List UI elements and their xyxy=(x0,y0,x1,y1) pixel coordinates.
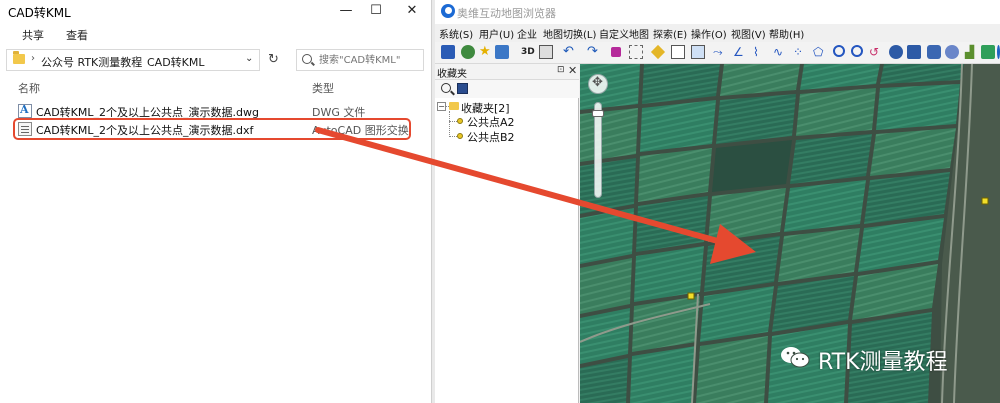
map-browser-title: 奥维互动地图浏览器 xyxy=(457,7,556,20)
compass-icon[interactable] xyxy=(588,74,608,94)
zoom-slider-handle[interactable] xyxy=(592,110,604,117)
user-icon[interactable] xyxy=(461,45,475,59)
rotate-icon[interactable]: ↺ xyxy=(869,45,883,59)
map-toolbar: ★ 3D ↶ ↷ ⤳ ∠ ⌇ ∿ ⁘ ⬠ ↺ ▟ xyxy=(435,42,1000,64)
panel-close-icon[interactable]: ✕ xyxy=(568,64,577,77)
chevron-right-icon: › xyxy=(135,53,139,64)
panel-toolbar xyxy=(435,80,579,98)
pencil-icon[interactable] xyxy=(650,44,666,60)
layer-icon[interactable] xyxy=(495,45,509,59)
tree-connector xyxy=(449,111,450,137)
column-header-name[interactable]: 名称 xyxy=(18,80,40,96)
menu-map-switch[interactable]: 地图切换(L) xyxy=(543,26,596,41)
panel-header: 收藏夹 ⊡ ✕ xyxy=(435,64,579,80)
folder-icon xyxy=(13,51,25,64)
file-explorer-window: CAD转KML — ☐ ✕ 共享 查看 › 公众号 RTK测量教程 › CAD转… xyxy=(0,0,430,403)
menu-user[interactable]: 用户(U) xyxy=(479,26,514,41)
placemark-icon xyxy=(457,133,463,139)
circle-icon[interactable] xyxy=(833,45,845,57)
app-logo-icon xyxy=(441,4,455,18)
search-box[interactable] xyxy=(296,49,424,71)
chevron-right-icon: › xyxy=(31,53,35,64)
screenshot-root: CAD转KML — ☐ ✕ 共享 查看 › 公众号 RTK测量教程 › CAD转… xyxy=(0,0,1000,403)
map-browser-titlebar: 奥维互动地图浏览器 xyxy=(435,0,1000,24)
menu-bar: 系统(S) 用户(U) 企业 地图切换(L) 自定义地图 探索(E) 操作(O)… xyxy=(435,25,1000,42)
menu-operate[interactable]: 操作(O) xyxy=(691,26,727,41)
window-icon[interactable] xyxy=(691,45,705,59)
tree-collapse-icon[interactable]: − xyxy=(437,102,446,111)
column-header-type[interactable]: 类型 xyxy=(312,80,334,96)
breadcrumb-item[interactable]: 公众号 RTK测量教程 xyxy=(41,54,142,70)
menu-system[interactable]: 系统(S) xyxy=(439,26,473,41)
chart-icon[interactable]: ▟ xyxy=(965,45,979,59)
breadcrumb-item[interactable]: CAD转KML xyxy=(147,54,205,70)
address-bar[interactable]: › 公众号 RTK测量教程 › CAD转KML ⌄ xyxy=(6,49,260,71)
track-icon[interactable]: ∿ xyxy=(773,45,787,59)
tree-item-label[interactable]: 公共点A2 xyxy=(467,114,515,130)
star-icon[interactable]: ★ xyxy=(479,45,493,59)
tree-connector xyxy=(449,136,457,137)
map-browser-window: 奥维互动地图浏览器 系统(S) 用户(U) 企业 地图切换(L) 自定义地图 探… xyxy=(435,0,1000,403)
search-input[interactable] xyxy=(319,52,421,68)
message-icon[interactable] xyxy=(981,45,995,59)
explorer-ribbon: 共享 查看 xyxy=(0,24,430,46)
angle-icon[interactable]: ∠ xyxy=(733,45,747,59)
tab-share[interactable]: 共享 xyxy=(22,27,44,43)
line-icon[interactable]: ⤳ xyxy=(713,45,727,59)
3d-icon[interactable]: 3D xyxy=(521,45,535,59)
explorer-titlebar: CAD转KML — ☐ ✕ xyxy=(0,0,430,22)
address-row: › 公众号 RTK测量教程 › CAD转KML ⌄ ↻ xyxy=(0,47,430,73)
maximize-button[interactable]: ☐ xyxy=(356,0,396,22)
globe-icon[interactable] xyxy=(889,45,903,59)
favorites-panel: 收藏夹 ⊡ ✕ − 收藏夹[2] 公共点A2 公共点B2 xyxy=(435,64,579,403)
menu-explore[interactable]: 探索(E) xyxy=(653,26,687,41)
placemark-icon xyxy=(457,118,463,124)
polygon-icon[interactable]: ⬠ xyxy=(813,45,827,59)
explorer-title: CAD转KML xyxy=(8,6,71,20)
folder-icon xyxy=(449,102,459,110)
polyline-icon[interactable]: ⌇ xyxy=(753,45,767,59)
chevron-down-icon[interactable]: ⌄ xyxy=(245,53,253,64)
save-icon[interactable] xyxy=(441,45,455,59)
erase-icon[interactable] xyxy=(611,47,621,57)
refresh-icon[interactable]: ↻ xyxy=(268,52,279,67)
point-icon[interactable]: ⁘ xyxy=(793,45,807,59)
undo-icon[interactable]: ↶ xyxy=(563,45,577,59)
ellipse-icon[interactable] xyxy=(851,45,863,57)
watermark-text: RTK测量教程 xyxy=(818,350,948,375)
screen-icon[interactable] xyxy=(927,45,941,59)
dwg-file-icon: A xyxy=(18,103,32,118)
panel-title: 收藏夹 xyxy=(437,69,467,80)
select-icon[interactable] xyxy=(629,45,643,59)
search-icon xyxy=(302,54,312,64)
menu-enterprise[interactable]: 企业 xyxy=(517,26,537,41)
close-button[interactable]: ✕ xyxy=(392,0,432,22)
document-icon[interactable] xyxy=(671,45,685,59)
tree-connector xyxy=(449,121,457,122)
redo-icon[interactable]: ↷ xyxy=(587,45,601,59)
search-icon[interactable] xyxy=(441,83,451,93)
pin-icon[interactable]: ⊡ xyxy=(557,65,565,75)
highlight-box xyxy=(13,118,411,140)
menu-view[interactable]: 视图(V) xyxy=(731,26,766,41)
wechat-icon xyxy=(781,347,810,368)
attach-icon[interactable] xyxy=(945,45,959,59)
menu-custom-map[interactable]: 自定义地图 xyxy=(599,26,649,41)
grid-icon[interactable] xyxy=(539,45,553,59)
menu-help[interactable]: 帮助(H) xyxy=(769,26,804,41)
tree-item-label[interactable]: 公共点B2 xyxy=(467,129,515,145)
photo-icon[interactable] xyxy=(907,45,921,59)
layers-icon[interactable] xyxy=(457,83,468,94)
tab-view[interactable]: 查看 xyxy=(66,27,88,43)
